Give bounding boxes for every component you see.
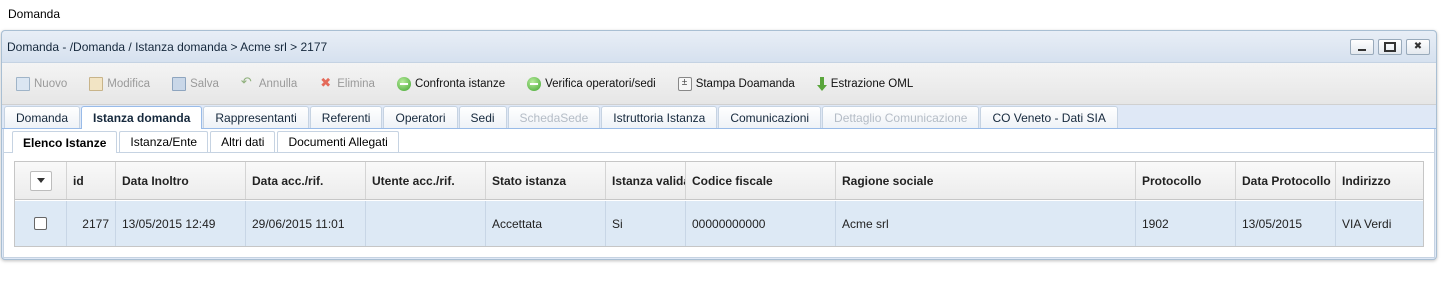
table-row[interactable]: 2177 13/05/2015 12:49 29/06/2015 11:01 A… — [15, 200, 1423, 246]
subtab-documenti-allegati[interactable]: Documenti Allegati — [277, 131, 399, 152]
column-header-istanza-valida[interactable]: Istanza valida — [606, 162, 686, 199]
cell-istanza-valida: Si — [606, 201, 686, 246]
sub-tabbar: Elenco Istanze Istanza/Ente Altri dati D… — [4, 129, 1434, 153]
cell-indirizzo: VIA Verdi — [1342, 216, 1392, 231]
tab-istanza-domanda[interactable]: Istanza domanda — [81, 106, 203, 129]
cancel-button-label: Annulla — [258, 77, 298, 90]
oml-export-button[interactable]: Estrazione OML — [816, 76, 914, 91]
main-tabbar: Domanda Istanza domanda Rappresentanti R… — [2, 105, 1436, 129]
print-icon — [677, 76, 692, 91]
window-title: Domanda - /Domanda / Istanza domanda > A… — [7, 40, 328, 54]
column-header-protocollo[interactable]: Protocollo — [1136, 162, 1236, 199]
download-arrow-icon — [816, 76, 827, 91]
cell-id: 2177 — [67, 201, 116, 246]
column-header-data-inoltro[interactable]: Data Inoltro — [116, 162, 246, 199]
tab-sedi[interactable]: Sedi — [458, 106, 507, 128]
row-checkbox[interactable] — [34, 217, 47, 230]
edit-button[interactable]: Modifica — [89, 76, 151, 91]
cell-protocollo: 1902 — [1136, 201, 1236, 246]
column-header-data-acc[interactable]: Data acc./rif. — [246, 162, 366, 199]
print-request-button[interactable]: Stampa Doamanda — [677, 76, 795, 91]
verify-operators-button[interactable]: Verifica operatori/sedi — [527, 76, 656, 91]
domanda-window: Domanda - /Domanda / Istanza domanda > A… — [1, 30, 1437, 260]
undo-icon — [241, 74, 255, 91]
tab-comunicazioni[interactable]: Comunicazioni — [718, 106, 822, 128]
print-request-label: Stampa Doamanda — [695, 77, 795, 90]
subtab-elenco-istanze[interactable]: Elenco Istanze — [12, 131, 118, 153]
column-header-stato-istanza[interactable]: Stato istanza — [486, 162, 606, 199]
compare-instances-label: Confronta istanze — [414, 77, 506, 90]
close-icon[interactable]: ✖ — [1406, 39, 1430, 55]
instance-panel: Elenco Istanze Istanza/Ente Altri dati D… — [3, 129, 1435, 258]
page-title: Domanda — [8, 7, 61, 21]
window-header: Domanda - /Domanda / Istanza domanda > A… — [2, 31, 1436, 63]
column-header-codice-fiscale[interactable]: Codice fiscale — [686, 162, 836, 199]
column-header-id[interactable]: id — [67, 162, 116, 199]
compare-instances-button[interactable]: Confronta istanze — [396, 76, 506, 91]
delete-button[interactable]: Elimina — [319, 75, 375, 91]
subtab-istanza-ente[interactable]: Istanza/Ente — [119, 131, 209, 152]
save-button-label: Salva — [190, 77, 219, 90]
oml-export-label: Estrazione OML — [830, 77, 914, 90]
column-header-ragione-sociale[interactable]: Ragione sociale — [836, 162, 1136, 199]
cancel-button[interactable]: Annulla — [241, 74, 298, 91]
row-checkbox-cell — [15, 201, 67, 246]
new-document-icon — [16, 76, 30, 91]
green-circle-icon — [527, 76, 542, 91]
new-button[interactable]: Nuovo — [16, 76, 68, 91]
delete-button-label: Elimina — [337, 77, 375, 90]
tab-domanda[interactable]: Domanda — [4, 106, 81, 128]
maximize-icon[interactable] — [1378, 39, 1402, 55]
tab-istruttoria-istanza[interactable]: Istruttoria Istanza — [601, 106, 718, 128]
column-header-utente-acc[interactable]: Utente acc./rif. — [366, 162, 486, 199]
tab-referenti[interactable]: Referenti — [309, 106, 383, 128]
cell-ragione-sociale: Acme srl — [836, 201, 1136, 246]
window-controls: ✖ — [1350, 39, 1430, 55]
minimize-icon[interactable] — [1350, 39, 1374, 55]
tab-operatori[interactable]: Operatori — [383, 106, 458, 128]
edit-icon — [89, 76, 104, 91]
subtab-altri-dati[interactable]: Altri dati — [210, 131, 276, 152]
column-header-data-protocollo[interactable]: Data Protocollo — [1236, 162, 1336, 199]
save-button[interactable]: Salva — [172, 76, 219, 91]
cell-utente-acc — [366, 201, 486, 246]
tab-rappresentanti[interactable]: Rappresentanti — [203, 106, 309, 128]
toolbar: Nuovo Modifica Salva Annulla Elimina Con… — [2, 63, 1436, 105]
column-header-indirizzo[interactable]: Indirizzo — [1336, 162, 1424, 199]
green-circle-icon — [396, 76, 411, 91]
tab-dettaglio-comunicazione[interactable]: Dettaglio Comunicazione — [822, 106, 980, 128]
chevron-down-icon[interactable] — [29, 170, 52, 191]
edit-button-label: Modifica — [107, 77, 151, 90]
tab-scheda-sede[interactable]: SchedaSede — [507, 106, 601, 128]
save-icon — [172, 76, 187, 91]
column-menu-header — [15, 162, 67, 199]
delete-icon — [319, 75, 333, 91]
instances-grid: id Data Inoltro Data acc./rif. Utente ac… — [14, 161, 1424, 247]
cell-data-inoltro: 13/05/2015 12:49 — [116, 201, 246, 246]
tab-co-veneto[interactable]: CO Veneto - Dati SIA — [980, 106, 1118, 128]
new-button-label: Nuovo — [34, 77, 68, 90]
cell-data-acc: 29/06/2015 11:01 — [246, 201, 366, 246]
cell-data-protocollo: 13/05/2015 — [1236, 201, 1336, 246]
grid-header: id Data Inoltro Data acc./rif. Utente ac… — [15, 162, 1423, 200]
cell-stato-istanza: Accettata — [486, 201, 606, 246]
cell-codice-fiscale: 00000000000 — [686, 201, 836, 246]
verify-operators-label: Verifica operatori/sedi — [545, 77, 656, 90]
